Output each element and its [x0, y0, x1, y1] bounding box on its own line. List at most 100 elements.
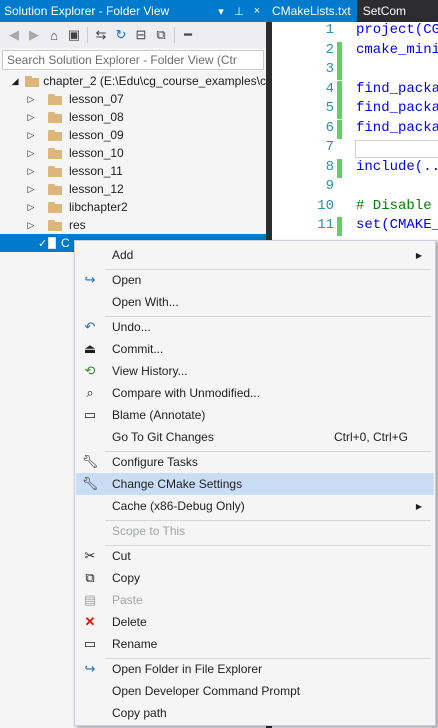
menu-item-change-cmake-settings[interactable]: 🔧︎ Change CMake Settings — [76, 473, 434, 495]
menu-item-label: Go To Git Changes — [112, 430, 214, 444]
menu-item-go-to-git-changes[interactable]: Go To Git Changes Ctrl+0, Ctrl+G — [76, 426, 434, 448]
switch-views-icon[interactable]: ▣ — [64, 25, 84, 45]
refresh-icon[interactable]: ↻ — [111, 25, 131, 45]
folder-icon — [48, 165, 64, 177]
tab-setcom[interactable]: SetCom — [357, 0, 412, 22]
rename-icon: ▭ — [83, 636, 97, 651]
tree-item-label: lesson_11 — [69, 164, 123, 178]
menu-item-delete[interactable]: ✕ Delete — [76, 611, 434, 633]
menu-item-copy[interactable]: ⧉ Copy — [76, 567, 434, 589]
show-all-files-icon[interactable]: ⧉ — [151, 25, 171, 45]
tree-item-lesson-10[interactable]: ▷ lesson_10 — [0, 144, 266, 162]
menu-item-cache[interactable]: Cache (x86-Debug Only) ▶ — [76, 495, 434, 517]
menu-item-label: Open Folder in File Explorer — [112, 662, 263, 676]
tree-item-label: res — [69, 218, 86, 232]
collapsed-arrow-icon[interactable]: ▷ — [26, 166, 36, 177]
line-number: 2 — [325, 41, 334, 58]
undo-icon: ↶ — [84, 319, 96, 334]
menu-item-label: Open With... — [112, 295, 179, 309]
pending-changes-icon[interactable]: ⇆ — [91, 25, 111, 45]
menu-item-paste[interactable]: ▤ Paste — [76, 589, 434, 611]
compare-icon: ⌕ — [86, 385, 94, 400]
menu-item-add[interactable]: Add ▶ — [76, 244, 434, 266]
menu-item-open-with[interactable]: Open With... — [76, 291, 434, 313]
blame-icon: ▭ — [83, 407, 97, 422]
menu-item-open-developer-command-prompt[interactable]: Open Developer Command Prompt — [76, 680, 434, 702]
tree-item-label: lesson_10 — [69, 146, 124, 160]
back-icon[interactable]: ◀ — [4, 25, 24, 45]
code-line: include(.. — [356, 158, 438, 175]
collapsed-arrow-icon[interactable]: ▷ — [26, 94, 36, 105]
menu-item-rename[interactable]: ▭ Rename — [76, 633, 434, 655]
folder-icon — [48, 183, 64, 195]
tab-cmakelists[interactable]: CMakeLists.txt — [266, 0, 357, 22]
collapsed-arrow-icon[interactable]: ▷ — [26, 148, 36, 159]
editor-tab-strip: CMakeLists.txt SetCom — [266, 0, 438, 22]
change-indicator — [337, 41, 342, 61]
wrench-icon: 🔧︎ — [81, 476, 99, 491]
menu-item-open-folder-in-explorer[interactable]: ↪ Open Folder in File Explorer — [76, 658, 434, 680]
tree-item-lesson-09[interactable]: ▷ lesson_09 — [0, 126, 266, 144]
collapsed-arrow-icon[interactable]: ▷ — [26, 220, 36, 231]
tree-item-libchapter2[interactable]: ▷ libchapter2 — [0, 198, 266, 216]
menu-item-copy-path[interactable]: Copy path — [76, 702, 434, 724]
solution-explorer-search[interactable] — [2, 50, 264, 70]
tree-item-lesson-11[interactable]: ▷ lesson_11 — [0, 162, 266, 180]
pin-icon[interactable]: ⊥ — [230, 5, 248, 18]
dropdown-icon[interactable]: ▾ — [212, 5, 230, 18]
delete-icon: ✕ — [84, 614, 96, 629]
menu-item-cut[interactable]: ✂ Cut — [76, 545, 434, 567]
checked-in-icon: ✓ — [38, 237, 48, 250]
tree-item-label: C — [61, 236, 70, 250]
change-indicator — [337, 217, 342, 236]
tree-item-label: lesson_07 — [69, 92, 124, 106]
tree-item-lesson-08[interactable]: ▷ lesson_08 — [0, 108, 266, 126]
properties-icon[interactable]: ━ — [178, 25, 198, 45]
solution-explorer-toolbar: ◀ ▶ ⌂ ▣ ⇆ ↻ ⊟ ⧉ ━ — [0, 22, 266, 48]
open-folder-icon: ↪ — [84, 661, 96, 676]
menu-item-open[interactable]: ↪ Open — [76, 269, 434, 291]
collapsed-arrow-icon[interactable]: ▷ — [26, 184, 36, 195]
expanded-arrow-icon[interactable]: ◢ — [11, 76, 19, 87]
forward-icon[interactable]: ▶ — [24, 25, 44, 45]
menu-item-label: Open Developer Command Prompt — [112, 684, 301, 698]
menu-item-label: Scope to This — [112, 524, 186, 538]
tree-item-lesson-07[interactable]: ▷ lesson_07 — [0, 90, 266, 108]
close-icon[interactable]: × — [248, 5, 266, 17]
menu-item-undo[interactable]: ↶ Undo... — [76, 316, 434, 338]
tree-item-res[interactable]: ▷ res — [0, 216, 266, 234]
wrench-icon: 🔧︎ — [81, 454, 99, 469]
folder-icon — [25, 75, 40, 87]
menu-item-compare[interactable]: ⌕ Compare with Unmodified... — [76, 382, 434, 404]
panel-title: Solution Explorer - Folder View — [4, 4, 170, 18]
collapse-all-icon[interactable]: ⊟ — [131, 25, 151, 45]
code-line: set(CMAKE_ — [356, 217, 438, 233]
menu-item-label: Commit... — [112, 342, 164, 356]
menu-item-label: Compare with Unmodified... — [112, 386, 261, 400]
menu-item-scope-to-this[interactable]: Scope to This — [76, 520, 434, 542]
collapsed-arrow-icon[interactable]: ▷ — [26, 202, 36, 213]
collapsed-arrow-icon[interactable]: ▷ — [26, 112, 36, 123]
change-indicator — [337, 61, 342, 80]
line-number: 1 — [325, 22, 334, 38]
folder-icon — [48, 111, 64, 123]
menu-item-label: Cache (x86-Debug Only) — [112, 499, 245, 513]
menu-item-label: Rename — [112, 637, 158, 651]
menu-item-blame[interactable]: ▭ Blame (Annotate) — [76, 404, 434, 426]
tree-item-root[interactable]: ◢ chapter_2 (E:\Edu\cg_course_examples\c — [0, 72, 266, 90]
menu-item-label: Blame (Annotate) — [112, 408, 206, 422]
menu-item-commit[interactable]: ⏏ Commit... — [76, 338, 434, 360]
tree-item-label: chapter_2 (E:\Edu\cg_course_examples\c — [43, 74, 266, 88]
code-line: project(CG — [356, 22, 438, 38]
menu-item-configure-tasks[interactable]: 🔧︎ Configure Tasks — [76, 451, 434, 473]
search-input[interactable] — [3, 51, 263, 69]
menu-item-view-history[interactable]: ⟲ View History... — [76, 360, 434, 382]
collapsed-arrow-icon[interactable]: ▷ — [26, 130, 36, 141]
tree-item-lesson-12[interactable]: ▷ lesson_12 — [0, 180, 266, 198]
menu-item-label: Copy — [112, 571, 141, 585]
toolbar-separator — [174, 27, 175, 43]
menu-item-label: Delete — [112, 615, 147, 629]
paste-icon: ▤ — [83, 592, 97, 607]
line-number: 5 — [325, 100, 334, 116]
home-icon[interactable]: ⌂ — [44, 25, 64, 45]
